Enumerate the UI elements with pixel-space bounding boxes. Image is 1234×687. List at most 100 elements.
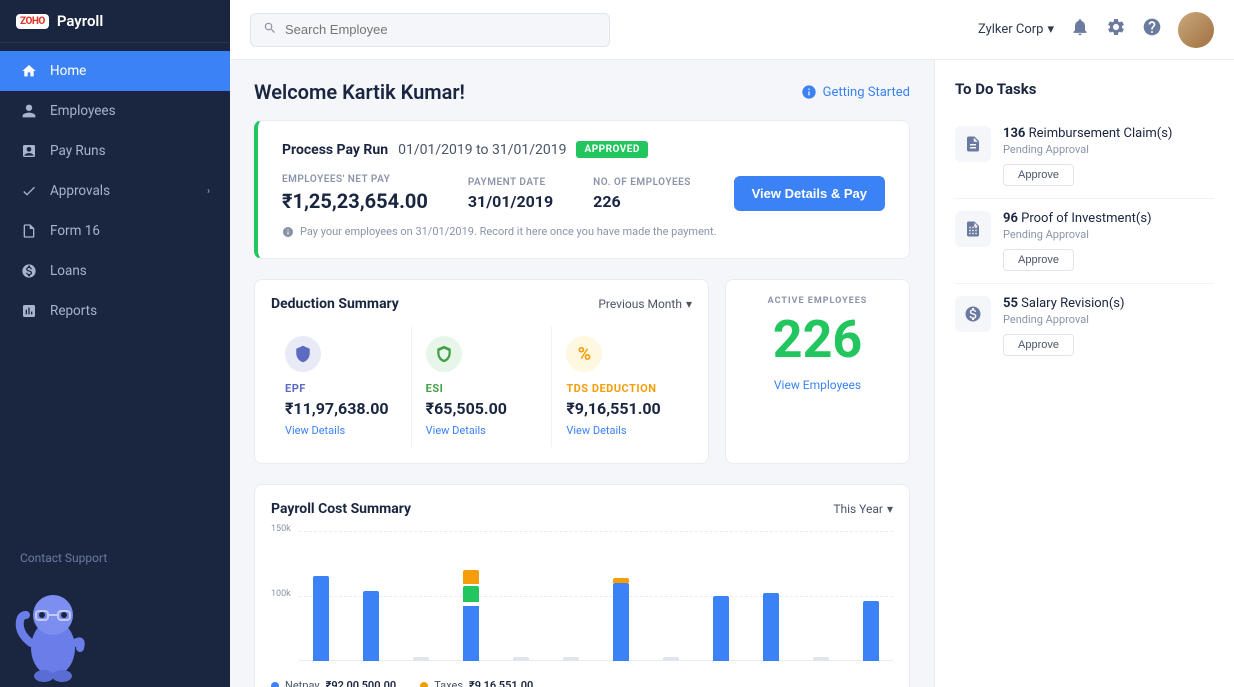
salary-count: 55 Salary Revision(s) xyxy=(1003,296,1214,311)
approved-badge: APPROVED xyxy=(576,141,647,158)
sidebar-label-employees: Employees xyxy=(50,103,116,119)
payment-date-label: PAYMENT DATE xyxy=(468,177,553,188)
pay-run-title: Process Pay Run xyxy=(282,142,388,158)
sidebar-item-reports[interactable]: Reports xyxy=(0,291,230,331)
deduction-item-tds: % TDS DEDUCTION ₹9,16,551.00 View Detail… xyxy=(552,326,692,447)
bar-group-2 xyxy=(349,541,394,661)
investment-count: 96 Proof of Investment(s) xyxy=(1003,211,1214,226)
search-box[interactable] xyxy=(250,13,610,47)
bar-empty-3 xyxy=(413,657,429,661)
deduction-item-esi: ESI ₹65,505.00 View Details xyxy=(412,326,553,447)
sidebar-item-home[interactable]: Home xyxy=(0,51,230,91)
bar-net-10 xyxy=(763,593,779,661)
help-icon[interactable] xyxy=(1142,17,1162,42)
sidebar-item-pay-runs[interactable]: Pay Runs xyxy=(0,131,230,171)
todo-item-reimbursement: 136 Reimbursement Claim(s) Pending Appro… xyxy=(955,114,1214,199)
search-input[interactable] xyxy=(285,22,597,37)
getting-started-link[interactable]: Getting Started xyxy=(801,84,910,100)
bar-empty-11 xyxy=(813,657,829,661)
bar-group-9 xyxy=(698,541,743,661)
reimbursement-approve-btn[interactable]: Approve xyxy=(1003,164,1074,186)
tds-amount: ₹9,16,551.00 xyxy=(566,399,678,418)
payroll-filter-label: This Year xyxy=(833,502,883,516)
approvals-arrow: › xyxy=(207,186,210,197)
payroll-filter[interactable]: This Year ▾ xyxy=(833,502,893,516)
bar-tax-7 xyxy=(613,578,629,583)
view-employees-link[interactable]: View Employees xyxy=(742,378,893,392)
bar-group-1 xyxy=(299,541,344,661)
company-chevron-icon: ▾ xyxy=(1047,22,1054,37)
company-selector[interactable]: Zylker Corp ▾ xyxy=(978,22,1054,37)
bar-net-4 xyxy=(463,606,479,661)
sidebar-label-pay-runs: Pay Runs xyxy=(50,143,106,159)
bar-net-2 xyxy=(363,591,379,661)
settings-icon[interactable] xyxy=(1106,17,1126,42)
esi-view-link[interactable]: View Details xyxy=(426,424,538,437)
header: Zylker Corp ▾ xyxy=(230,0,1234,60)
sidebar-item-approvals[interactable]: Approvals › xyxy=(0,171,230,211)
view-details-pay-button[interactable]: View Details & Pay xyxy=(734,176,885,211)
tds-label: TDS DEDUCTION xyxy=(566,382,678,395)
logo-area: ZOHO Payroll xyxy=(0,0,230,43)
todo-content-reimbursement: 136 Reimbursement Claim(s) Pending Appro… xyxy=(1003,126,1214,186)
todo-content-salary: 55 Salary Revision(s) Pending Approval A… xyxy=(1003,296,1214,356)
bar-group-3 xyxy=(399,541,444,661)
nav-menu: Home Employees Pay Runs Approvals › xyxy=(0,43,230,539)
pay-run-header: Process Pay Run 01/01/2019 to 31/01/2019… xyxy=(282,141,885,158)
bar-group-4 xyxy=(449,541,494,661)
sidebar-label-form16: Form 16 xyxy=(50,223,100,239)
salary-approve-btn[interactable]: Approve xyxy=(1003,334,1074,356)
investment-approve-btn[interactable]: Approve xyxy=(1003,249,1074,271)
salary-status: Pending Approval xyxy=(1003,313,1214,326)
mascot xyxy=(8,573,98,687)
legend-netpay-dot xyxy=(271,682,279,687)
chevron-down-icon: ▾ xyxy=(686,297,692,311)
bar-net-1 xyxy=(313,576,329,661)
payment-date-detail: PAYMENT DATE 31/01/2019 xyxy=(468,177,553,211)
sidebar-label-loans: Loans xyxy=(50,263,87,279)
legend-netpay: Netpay ₹92,00,500.00 xyxy=(271,679,396,687)
payroll-cost-card: Payroll Cost Summary This Year ▾ 150k 10… xyxy=(254,484,910,687)
zoho-logo: ZOHO xyxy=(16,14,49,29)
active-employees-label: ACTIVE EMPLOYEES xyxy=(742,296,893,306)
epf-view-link[interactable]: View Details xyxy=(285,424,397,437)
employee-summary-card: ACTIVE EMPLOYEES 226 View Employees xyxy=(725,279,910,464)
bar-group-6 xyxy=(549,541,594,661)
app-name: Payroll xyxy=(57,12,103,30)
todo-content-investment: 96 Proof of Investment(s) Pending Approv… xyxy=(1003,211,1214,271)
sidebar-item-form16[interactable]: Form 16 xyxy=(0,211,230,251)
deduction-title: Deduction Summary xyxy=(271,296,399,312)
todo-panel: To Do Tasks 136 Reimbursement Claim(s) P… xyxy=(934,60,1234,687)
user-avatar[interactable] xyxy=(1178,12,1214,48)
legend-taxes-label: Taxes xyxy=(434,679,463,687)
bar-net-7 xyxy=(613,583,629,661)
todo-title: To Do Tasks xyxy=(955,80,1214,98)
reimbursement-count: 136 Reimbursement Claim(s) xyxy=(1003,126,1214,141)
sidebar-item-employees[interactable]: Employees xyxy=(0,91,230,131)
sidebar-label-approvals: Approvals xyxy=(50,183,110,199)
bar-empty-5 xyxy=(513,657,529,661)
contact-support[interactable]: Contact Support xyxy=(0,539,230,577)
deduction-filter[interactable]: Previous Month ▾ xyxy=(598,297,692,311)
loans-icon xyxy=(20,262,38,280)
bell-icon[interactable] xyxy=(1070,17,1090,42)
sidebar-item-loans[interactable]: Loans xyxy=(0,251,230,291)
legend-taxes-dot xyxy=(420,682,428,687)
deduction-summary-card: Deduction Summary Previous Month ▾ EP xyxy=(254,279,709,464)
legend-taxes: Taxes ₹9,16,551.00 xyxy=(420,679,533,687)
tds-view-link[interactable]: View Details xyxy=(566,424,678,437)
sidebar-label-reports: Reports xyxy=(50,303,97,319)
bar-group-11 xyxy=(798,541,843,661)
salary-icon xyxy=(955,296,991,332)
reports-icon xyxy=(20,302,38,320)
deduction-card-header: Deduction Summary Previous Month ▾ xyxy=(271,296,692,312)
chart-container: 150k 100k xyxy=(271,531,893,671)
info-icon xyxy=(801,84,817,100)
epf-label: EPF xyxy=(285,382,397,395)
deduction-filter-label: Previous Month xyxy=(598,297,682,311)
form16-icon xyxy=(20,222,38,240)
notice-icon xyxy=(282,226,294,238)
bar-empty-8 xyxy=(663,657,679,661)
gridline-label-150k: 150k xyxy=(271,524,291,534)
pay-runs-icon xyxy=(20,142,38,160)
